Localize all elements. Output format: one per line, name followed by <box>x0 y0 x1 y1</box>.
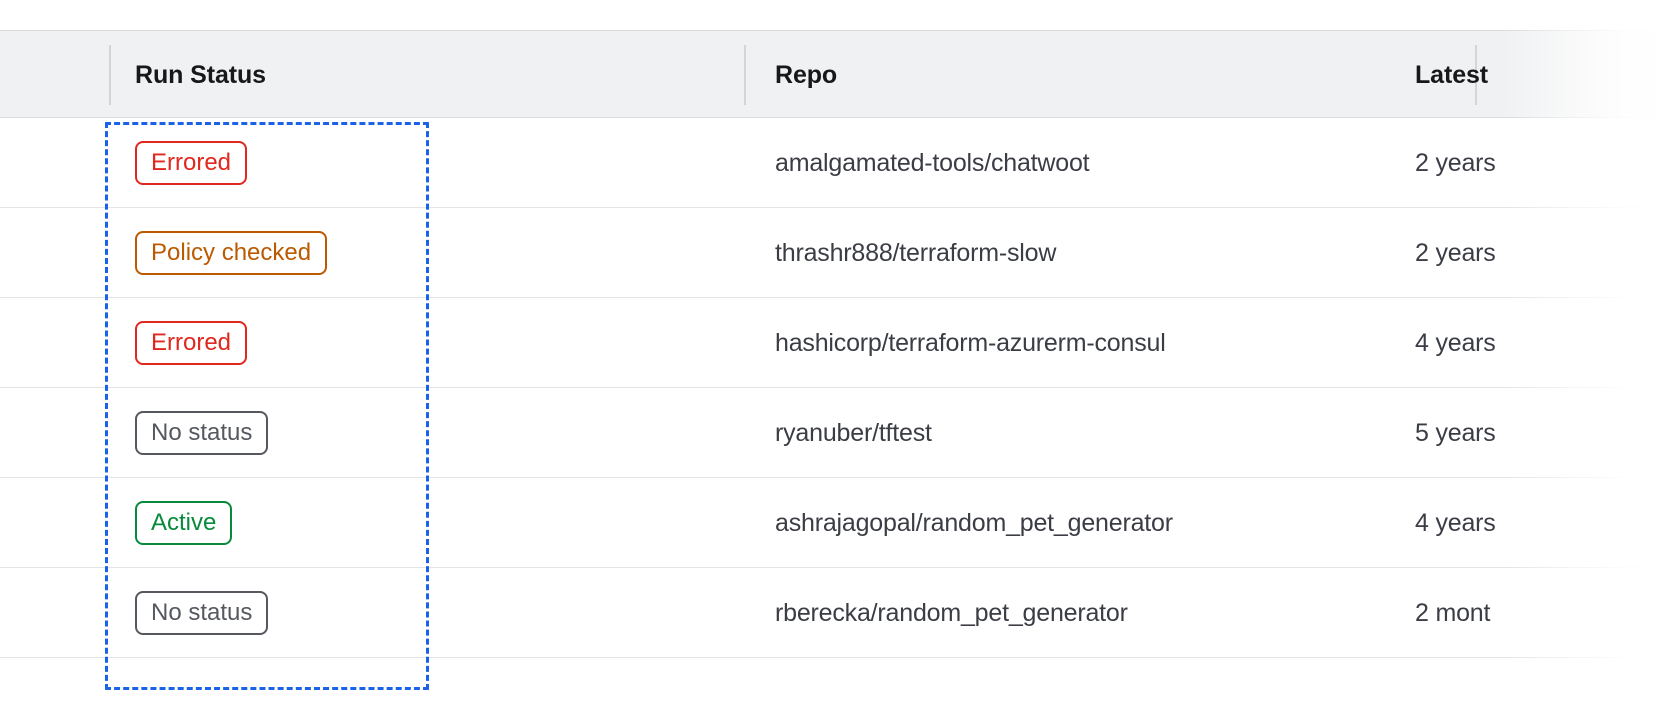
cell-latest: 2 mont <box>1415 598 1491 627</box>
status-badge-no-status[interactable]: No status <box>135 411 269 455</box>
cell-latest: 2 years <box>1415 148 1496 177</box>
status-badge-policy-checked[interactable]: Policy checked <box>135 231 328 275</box>
table-body: Errored amalgamated-tools/chatwoot 2 yea… <box>0 118 1672 658</box>
cell-run-status: Policy checked <box>135 208 328 298</box>
cell-repo[interactable]: rberecka/random_pet_generator <box>775 568 1128 658</box>
top-whitespace <box>0 0 1672 30</box>
table-row[interactable]: Errored hashicorp/terraform-azurerm-cons… <box>0 298 1672 388</box>
cell-run-status: Errored <box>135 118 248 208</box>
table-screenshot-root: Run Status Repo Latest Errored amalgamat… <box>0 0 1672 706</box>
cell-repo[interactable]: ashrajagopal/random_pet_generator <box>775 478 1173 568</box>
cell-latest: 4 years <box>1415 508 1496 537</box>
cell-run-status: Active <box>135 478 233 568</box>
table-row[interactable]: Errored amalgamated-tools/chatwoot 2 yea… <box>0 118 1672 208</box>
status-badge-no-status[interactable]: No status <box>135 591 269 635</box>
cell-latest: 5 years <box>1415 418 1496 447</box>
cell-repo[interactable]: hashicorp/terraform-azurerm-consul <box>775 298 1166 388</box>
cell-repo[interactable]: thrashr888/terraform-slow <box>775 208 1056 298</box>
status-badge-errored[interactable]: Errored <box>135 141 248 185</box>
column-header-run-status[interactable]: Run Status <box>135 31 266 119</box>
cell-latest: 4 years <box>1415 328 1496 357</box>
cell-repo[interactable]: ryanuber/tftest <box>775 388 932 478</box>
column-divider-repo <box>744 45 746 105</box>
table-row[interactable]: No status ryanuber/tftest 5 years <box>0 388 1672 478</box>
cell-run-status: No status <box>135 388 269 478</box>
status-badge-errored[interactable]: Errored <box>135 321 248 365</box>
cell-run-status: Errored <box>135 298 248 388</box>
table-header-row: Run Status Repo Latest <box>0 30 1672 118</box>
status-badge-active[interactable]: Active <box>135 501 233 545</box>
cell-run-status: No status <box>135 568 269 658</box>
bottom-whitespace <box>0 700 1672 706</box>
column-divider-left <box>109 45 111 105</box>
table-row[interactable]: No status rberecka/random_pet_generator … <box>0 568 1672 658</box>
cell-latest: 2 years <box>1415 238 1496 267</box>
table-row[interactable]: Policy checked thrashr888/terraform-slow… <box>0 208 1672 298</box>
column-header-repo[interactable]: Repo <box>775 31 837 119</box>
runs-table: Run Status Repo Latest Errored amalgamat… <box>0 30 1672 658</box>
column-header-latest[interactable]: Latest <box>1415 31 1488 119</box>
cell-repo[interactable]: amalgamated-tools/chatwoot <box>775 118 1090 208</box>
table-row[interactable]: Active ashrajagopal/random_pet_generator… <box>0 478 1672 568</box>
